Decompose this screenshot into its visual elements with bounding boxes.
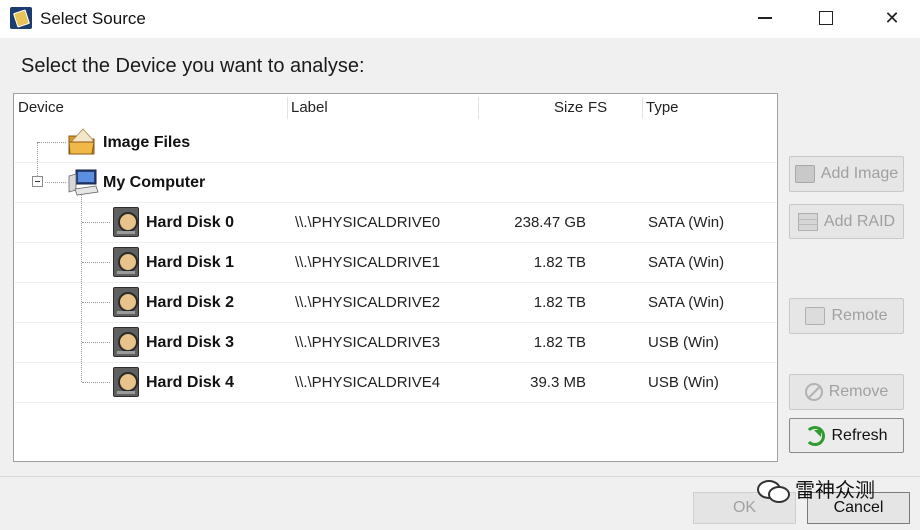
remote-label: Remote [831,307,888,324]
tree-line [82,262,110,263]
hard-disk-icon [113,367,139,397]
instruction-text: Select the Device you want to analyse: [21,55,365,77]
disk-label: \\.\PHYSICALDRIVE3 [295,334,441,351]
app-icon [10,7,32,29]
maximize-button[interactable] [798,0,854,36]
tree-line [82,342,110,343]
hard-disk-icon [113,207,139,237]
wechat-icon [755,476,790,503]
hard-disk-icon [113,327,139,357]
disk-name: Hard Disk 3 [146,334,235,351]
column-header-type[interactable]: Type [646,94,679,122]
remote-button[interactable]: Remote [789,298,904,334]
remove-icon [804,383,823,401]
remove-label: Remove [828,383,889,400]
row-divider [15,402,777,403]
refresh-icon [805,425,826,446]
disk-name: Hard Disk 0 [146,214,235,231]
column-header-fs[interactable]: FS [588,94,607,122]
disk-size: 1.82 TB [533,334,586,351]
add-image-icon [794,165,815,183]
disk-type: SATA (Win) [648,294,725,311]
disk-name: Hard Disk 4 [146,374,235,391]
folder-icon [68,128,95,155]
add-image-button[interactable]: Add Image [789,156,904,192]
refresh-button[interactable]: Refresh [789,418,904,453]
tree-line [82,382,110,383]
remote-icon [805,307,826,325]
minimize-icon [758,17,772,19]
disk-type: SATA (Win) [648,214,725,231]
window-title: Select Source [40,9,146,28]
disk-label: \\.\PHYSICALDRIVE4 [295,374,441,391]
add-raid-label: Add RAID [823,212,896,230]
device-tree[interactable]: Device Label Size FS Type Image Files My… [13,93,778,462]
column-header-device[interactable]: Device [18,94,64,122]
disk-label: \\.\PHYSICALDRIVE2 [295,294,441,311]
maximize-icon [819,11,833,25]
hard-disk-icon [113,247,139,277]
add-raid-button[interactable]: Add RAID [789,204,904,239]
row-divider [15,282,777,283]
watermark-text: 雷神众测 [795,480,875,502]
refresh-label: Refresh [831,426,888,444]
disk-type: USB (Win) [648,374,719,391]
watermark: 雷神众测 [755,474,875,503]
disk-size: 238.47 GB [514,214,586,231]
disk-type: SATA (Win) [648,254,725,271]
tree-line [38,142,66,143]
column-header-size[interactable]: Size [554,94,583,122]
row-divider [15,362,777,363]
tree-line [45,182,66,183]
column-divider[interactable] [287,97,288,119]
add-image-label: Add Image [820,165,899,182]
title-bar: Select Source ✕ [0,0,920,38]
row-divider [15,242,777,243]
column-header-label[interactable]: Label [291,94,328,122]
computer-icon [68,169,99,196]
close-button[interactable]: ✕ [864,0,920,36]
tree-line [82,302,110,303]
collapse-icon[interactable] [32,176,43,187]
row-divider [15,322,777,323]
close-icon: ✕ [884,7,900,28]
disk-label: \\.\PHYSICALDRIVE1 [295,254,441,271]
disk-size: 39.3 MB [530,374,586,391]
disk-name: Hard Disk 2 [146,294,235,311]
hard-disk-icon [113,287,139,317]
remove-button[interactable]: Remove [789,374,904,410]
add-raid-icon [797,212,818,231]
column-divider[interactable] [478,97,479,119]
disk-label: \\.\PHYSICALDRIVE0 [295,214,441,231]
minimize-button[interactable] [737,0,793,36]
column-divider[interactable] [642,97,643,119]
disk-size: 1.82 TB [533,254,586,271]
disk-name: Hard Disk 1 [146,254,235,271]
disk-size: 1.82 TB [533,294,586,311]
tree-node-label: Image Files [103,134,191,151]
tree-node-label: My Computer [103,174,206,191]
disk-type: USB (Win) [648,334,719,351]
row-divider [15,162,777,163]
row-divider [15,202,777,203]
tree-line [82,222,110,223]
